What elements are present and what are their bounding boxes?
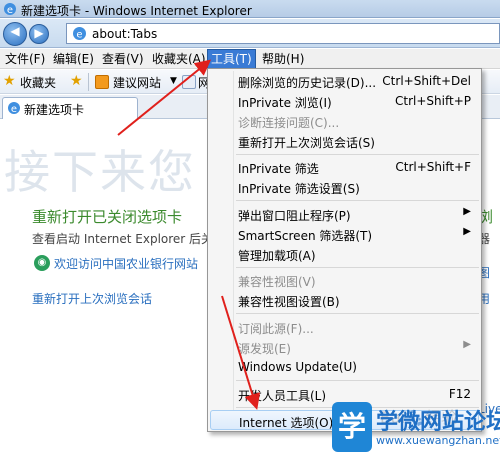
menu-item-shortcut: Ctrl+Shift+F (395, 160, 471, 174)
menu-item-developer-tools[interactable]: 开发人员工具(L) F12 (210, 384, 479, 404)
menu-item-label: 开发人员工具(L) (238, 389, 327, 403)
menu-item-label: 删除浏览的历史记录(D)... (238, 76, 377, 90)
menu-item-label: InPrivate 筛选 (238, 162, 319, 176)
ie-logo-icon: e (4, 3, 16, 16)
tab-label: 新建选项卡 (24, 103, 85, 117)
site-name: 学微网站论坛 (376, 410, 500, 435)
menu-item-inprivate-filtering[interactable]: InPrivate 筛选 Ctrl+Shift+F (210, 157, 479, 177)
dropdown-arrow-icon[interactable]: ▼ (170, 76, 177, 92)
reopen-closed-tabs-heading[interactable]: 重新打开已关闭选项卡 (32, 206, 182, 227)
page-heading: 接下来您 (4, 145, 196, 199)
menu-item-popup-blocker[interactable]: 弹出窗口阻止程序(P) ▶ (210, 204, 479, 224)
title-bar: e 新建选项卡 - Windows Internet Explorer (0, 0, 500, 18)
forward-arrow-icon: ▶ (34, 26, 44, 40)
navigation-bar: ◀ ▶ e about:Tabs (0, 19, 500, 48)
ie-tab-icon: e (8, 102, 20, 115)
tools-menu: 删除浏览的历史记录(D)... Ctrl+Shift+Del InPrivate… (207, 68, 482, 432)
site-watermark: 学 学微网站论坛 www.xuewangzhan.net (332, 402, 500, 470)
menu-item-windows-update[interactable]: Windows Update(U) (210, 357, 479, 377)
favorites-button[interactable]: 收藏夹 (20, 74, 56, 90)
svg-text:e: e (76, 30, 82, 41)
menu-file[interactable]: 文件(F) (2, 49, 48, 69)
suggested-sites-icon (95, 75, 109, 89)
address-url: about:Tabs (92, 27, 158, 41)
web-slice-icon (182, 75, 196, 89)
menu-item-manage-addons[interactable]: 管理加载项(A) (210, 244, 479, 264)
svg-text:e: e (7, 5, 13, 16)
menu-item-label: Windows Update(U) (238, 360, 357, 374)
back-button[interactable]: ◀ (3, 22, 27, 46)
add-favorite-icon[interactable]: ★ (70, 73, 83, 89)
menu-item-inprivate-browsing[interactable]: InPrivate 浏览(I) Ctrl+Shift+P (210, 91, 479, 111)
back-arrow-icon: ◀ (10, 24, 20, 38)
site-logo-icon: 学 (332, 402, 372, 452)
menu-item-label: 诊断连接问题(C)... (238, 116, 340, 130)
menu-separator (236, 267, 479, 268)
menu-item-diagnose-connection: 诊断连接问题(C)... (210, 111, 479, 131)
favorites-star-icon: ★ (3, 73, 16, 89)
window-title: 新建选项卡 - Windows Internet Explorer (21, 4, 252, 18)
menu-item-label: 管理加载项(A) (238, 249, 316, 263)
menu-tools[interactable]: 工具(T) (207, 49, 256, 69)
welcome-link[interactable]: 欢迎访问中国农业银行网站 (54, 255, 198, 272)
suggested-sites-button[interactable]: 建议网站 (113, 74, 161, 90)
submenu-arrow-icon: ▶ (463, 206, 471, 217)
menu-favorites[interactable]: 收藏夹(A) (149, 49, 209, 69)
menu-item-label: Internet 选项(O) (239, 416, 334, 430)
menu-bar: 文件(F) 编辑(E) 查看(V) 收藏夹(A) 工具(T) 帮助(H) (0, 49, 500, 69)
menu-item-subscribe-feed: 订阅此源(F)... (210, 317, 479, 337)
menu-item-label: SmartScreen 筛选器(T) (238, 229, 373, 243)
menu-item-compatibility-view: 兼容性视图(V) (210, 270, 479, 290)
menu-item-smartscreen-filter[interactable]: SmartScreen 筛选器(T) ▶ (210, 224, 479, 244)
menu-item-compatibility-view-settings[interactable]: 兼容性视图设置(B) (210, 290, 479, 310)
menu-item-inprivate-filter-settings[interactable]: InPrivate 筛选设置(S) (210, 177, 479, 197)
menu-item-label: InPrivate 筛选设置(S) (238, 182, 360, 196)
menu-item-label: 兼容性视图设置(B) (238, 295, 340, 309)
menu-edit[interactable]: 编辑(E) (50, 49, 97, 69)
menu-item-feed-discovery: 源发现(E) ▶ (210, 337, 479, 357)
tab-new-tab[interactable]: e 新建选项卡 (2, 97, 138, 119)
menu-item-shortcut: Ctrl+Shift+P (395, 94, 471, 108)
menu-help[interactable]: 帮助(H) (259, 49, 307, 69)
ie-page-icon: e (73, 27, 86, 41)
submenu-arrow-icon: ▶ (463, 339, 471, 350)
menu-separator (236, 154, 479, 155)
menu-item-label: 兼容性视图(V) (238, 275, 316, 289)
reopen-last-session-link[interactable]: 重新打开上次浏览会话 (32, 290, 152, 307)
favbar-divider (88, 73, 89, 91)
menu-item-delete-history[interactable]: 删除浏览的历史记录(D)... Ctrl+Shift+Del (210, 71, 479, 91)
menu-item-shortcut: Ctrl+Shift+Del (382, 74, 471, 88)
menu-view[interactable]: 查看(V) (99, 49, 147, 69)
menu-item-label: 源发现(E) (238, 342, 291, 356)
forward-button[interactable]: ▶ (29, 24, 49, 44)
menu-item-label: 弹出窗口阻止程序(P) (238, 209, 351, 223)
menu-item-label: InPrivate 浏览(I) (238, 96, 332, 110)
bank-site-icon: ◉ (34, 255, 50, 271)
menu-item-label: 订阅此源(F)... (238, 322, 314, 336)
menu-item-shortcut: F12 (448, 387, 471, 401)
address-bar[interactable]: e about:Tabs (66, 23, 500, 44)
site-domain: www.xuewangzhan.net (376, 434, 500, 447)
menu-item-label: 重新打开上次浏览会话(S) (238, 136, 375, 150)
svg-text:e: e (11, 104, 17, 115)
menu-separator (236, 200, 479, 201)
menu-separator (236, 380, 479, 381)
menu-item-reopen-last-session[interactable]: 重新打开上次浏览会话(S) (210, 131, 479, 151)
submenu-arrow-icon: ▶ (463, 226, 471, 237)
menu-separator (236, 313, 479, 314)
reopen-closed-tabs-description: 查看启动 Internet Explorer 后关 (32, 232, 214, 246)
